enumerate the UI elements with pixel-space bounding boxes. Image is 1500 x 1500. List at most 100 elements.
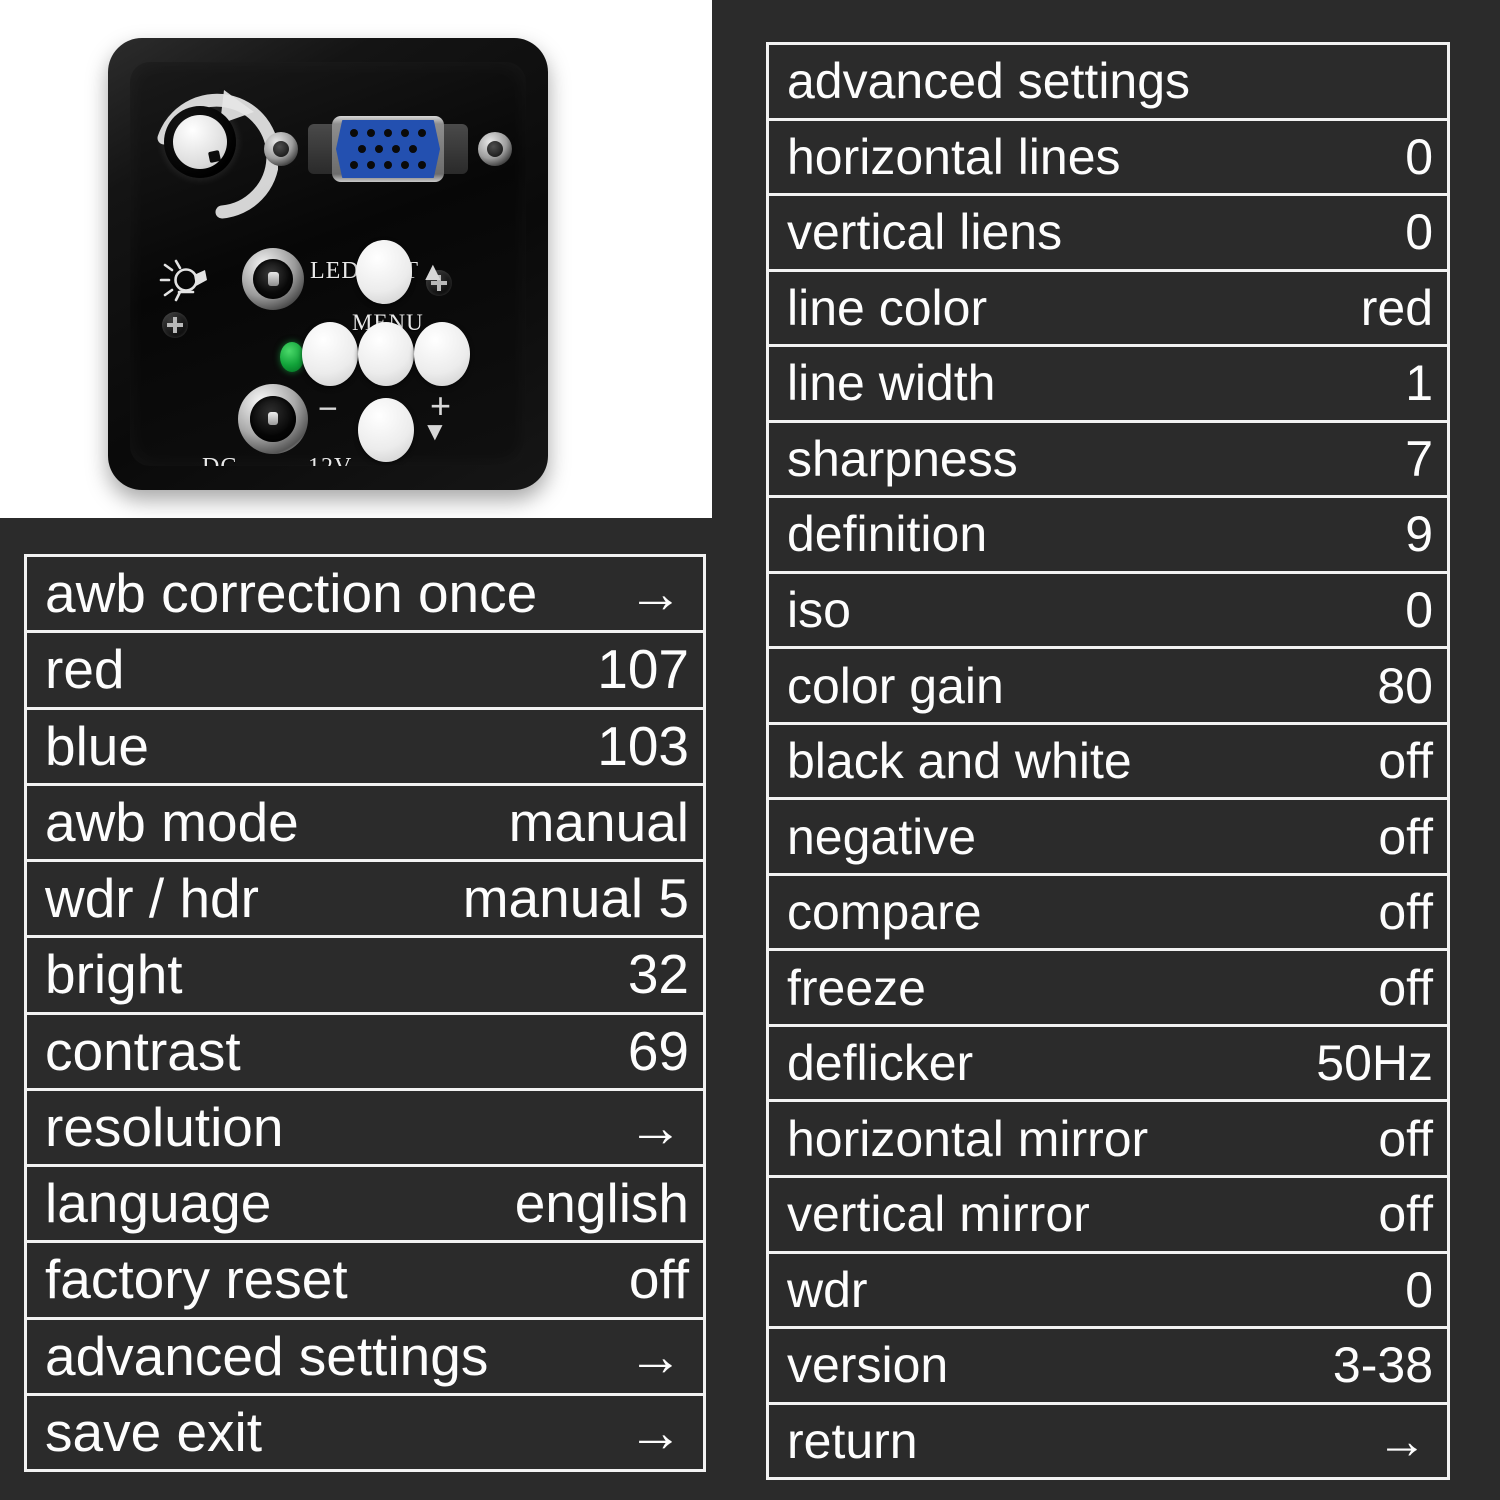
advanced-row-definition[interactable]: definition 9 [769,498,1447,574]
main-row-bright[interactable]: bright 32 [27,938,703,1015]
advanced-settings-menu: advanced settings horizontal lines 0 vertic… [766,42,1450,1480]
minus-button[interactable] [302,322,358,386]
row-value: 0 [1405,581,1433,638]
row-label: advanced settings [787,53,1191,110]
row-value: 107 [597,638,689,701]
down-button[interactable] [358,398,414,462]
row-label: awb mode [45,790,299,853]
row-label: bright [45,943,183,1006]
submenu-arrow-icon: → [628,1400,683,1463]
advanced-row-line-color[interactable]: line color red [769,271,1447,348]
controller-board-photo: LED OUT DC 12V [0,0,712,518]
row-value: off [1378,808,1433,865]
advanced-row-color-gain[interactable]: color gain 80 [769,649,1447,725]
dc-center-pin [268,412,278,425]
row-label: contrast [45,1019,241,1082]
row-value: 80 [1377,657,1433,714]
row-value: manual 5 [462,867,689,930]
row-value: 0 [1405,204,1433,261]
controller-board-housing: LED OUT DC 12V [108,38,548,490]
main-row-awb-correction-once[interactable]: awb correction once → [27,557,703,634]
submenu-arrow-icon: → [1377,1412,1427,1469]
row-label: black and white [787,733,1132,790]
main-row-factory-reset[interactable]: factory reset off [27,1243,703,1320]
select-button[interactable] [358,322,414,386]
advanced-row-horizontal-mirror[interactable]: horizontal mirror off [769,1102,1447,1178]
advanced-row-return[interactable]: return → [769,1404,1447,1478]
advanced-row-freeze[interactable]: freeze off [769,951,1447,1027]
led-out-center-pin [268,272,279,286]
row-label: iso [787,581,851,638]
row-label: language [45,1172,272,1235]
submenu-arrow-icon: → [628,1095,683,1158]
row-label: wdr / hdr [45,867,259,930]
dc-volt-label: 12V [308,454,352,466]
advanced-row-negative[interactable]: negative off [769,800,1447,876]
main-row-wdr-hdr[interactable]: wdr / hdr manual 5 [27,862,703,939]
row-label: vertical mirror [787,1186,1090,1243]
power-led-green-icon [280,342,304,372]
row-value: 9 [1405,506,1433,563]
advanced-row-sharpness[interactable]: sharpness 7 [769,422,1447,499]
vga-port [264,116,512,182]
brightness-knob[interactable] [164,106,236,178]
row-label: red [45,638,125,701]
controller-board-faceplate: LED OUT DC 12V [130,62,526,466]
advanced-row-advanced-settings[interactable]: advanced settings [769,45,1447,121]
advanced-row-wdr[interactable]: wdr 0 [769,1253,1447,1330]
row-label: wdr [787,1261,868,1318]
row-value: off [628,1248,689,1311]
row-value: 0 [1405,128,1433,185]
row-label: horizontal lines [787,128,1121,185]
row-value: off [1378,733,1433,790]
main-settings-menu: awb correction once → red 107 blue 103 awb mod… [24,554,706,1472]
row-value: 1 [1405,355,1433,412]
dc-label: DC [202,454,237,466]
advanced-row-version[interactable]: version 3-38 [769,1329,1447,1405]
main-row-blue[interactable]: blue 103 [27,709,703,786]
row-label: line color [787,279,988,336]
advanced-row-black-and-white[interactable]: black and white off [769,724,1447,801]
vga-screw-right-icon [478,132,512,166]
advanced-row-iso[interactable]: iso 0 [769,573,1447,650]
main-row-language[interactable]: language english [27,1167,703,1244]
advanced-row-line-width[interactable]: line width 1 [769,347,1447,423]
main-row-awb-mode[interactable]: awb mode manual [27,785,703,862]
up-arrow-icon: ▲ [420,256,446,286]
menu-button[interactable] [356,240,412,304]
row-label: version [787,1337,949,1394]
main-row-advanced-settings[interactable]: advanced settings → [27,1319,703,1396]
plus-button[interactable] [414,322,470,386]
advanced-row-compare[interactable]: compare off [769,875,1447,952]
row-value: red [1360,279,1433,336]
vga-insert [336,120,440,178]
row-value: 103 [597,714,689,777]
advanced-row-vertical-liens[interactable]: vertical liens 0 [769,196,1447,272]
dc-12v-jack [238,384,308,454]
row-value: off [1378,1186,1433,1243]
advanced-row-deflicker[interactable]: deflicker 50Hz [769,1026,1447,1103]
main-row-save-exit[interactable]: save exit → [27,1395,703,1469]
row-label: factory reset [45,1248,348,1311]
row-value: english [514,1172,689,1235]
down-arrow-icon: ▼ [422,416,448,446]
advanced-row-vertical-mirror[interactable]: vertical mirror off [769,1177,1447,1254]
row-label: compare [787,884,982,941]
main-row-resolution[interactable]: resolution → [27,1090,703,1167]
row-label: save exit [45,1400,263,1463]
faceplate-screw-bottom-left-icon [162,312,188,338]
row-label: negative [787,808,977,865]
row-label: vertical liens [787,204,1063,261]
row-label: line width [787,355,996,412]
row-value: 3-38 [1332,1337,1433,1394]
advanced-row-horizontal-lines[interactable]: horizontal lines 0 [769,120,1447,197]
row-label: resolution [45,1095,284,1158]
row-label: definition [787,506,988,563]
main-row-red[interactable]: red 107 [27,633,703,710]
row-label: color gain [787,657,1004,714]
minus-label: − [318,390,338,428]
main-row-contrast[interactable]: contrast 69 [27,1014,703,1091]
knob-notch [207,149,222,164]
screenshot-root: LED OUT DC 12V [0,0,1500,1500]
submenu-arrow-icon: → [628,1324,683,1387]
